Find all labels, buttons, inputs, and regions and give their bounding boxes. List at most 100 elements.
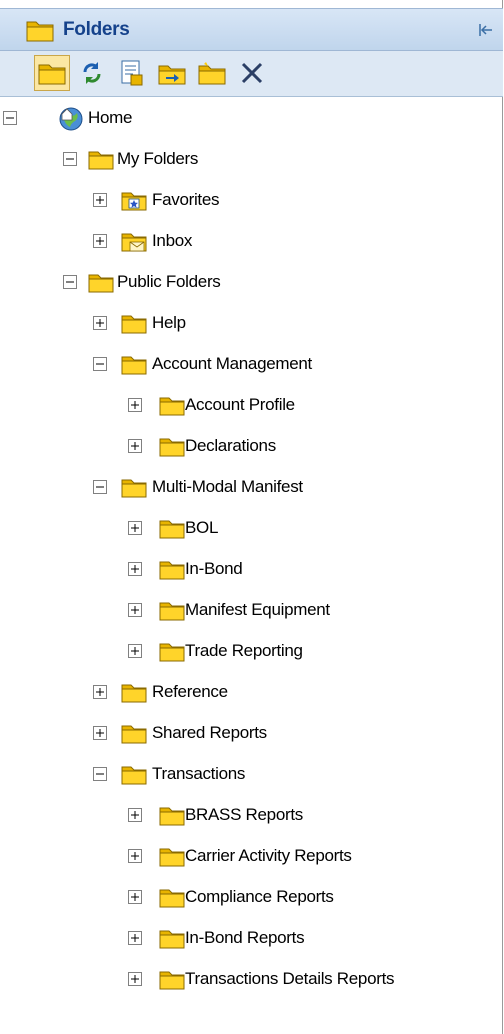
tree-node-label: Reference xyxy=(152,682,228,701)
tree-node-bol[interactable]: BOL xyxy=(0,513,500,543)
tree-node-label: Trade Reporting xyxy=(185,641,303,660)
tree-node-label: Multi-Modal Manifest xyxy=(152,477,303,496)
folder-icon xyxy=(88,147,114,171)
expand-toggle-icon[interactable] xyxy=(93,726,107,740)
tree-node-help[interactable]: Help xyxy=(0,308,500,338)
expand-toggle-icon[interactable] xyxy=(128,890,142,904)
tree-node-shared-reports[interactable]: Shared Reports xyxy=(0,718,500,748)
folder-icon xyxy=(159,885,185,909)
tree-node-label: Inbox xyxy=(152,231,193,250)
expand-toggle-icon[interactable] xyxy=(128,808,142,822)
tree-node-label: Compliance Reports xyxy=(185,887,334,906)
expand-toggle-icon[interactable] xyxy=(93,234,107,248)
expand-toggle-icon[interactable] xyxy=(93,685,107,699)
tree-node-declarations[interactable]: Declarations xyxy=(0,431,500,461)
collapse-toggle-icon[interactable] xyxy=(3,111,17,125)
folder-icon xyxy=(121,762,147,786)
folders-panel: Folders Home My Folders Favorites Inbox … xyxy=(0,0,503,1034)
tree-node-label: Carrier Activity Reports xyxy=(185,846,352,865)
tree-node-favorites[interactable]: Favorites xyxy=(0,185,500,215)
collapse-left-icon[interactable] xyxy=(476,20,496,40)
inbox-icon xyxy=(121,229,147,253)
move-folder-button[interactable] xyxy=(154,55,190,91)
home-icon xyxy=(58,106,83,131)
folder-icon xyxy=(121,311,147,335)
tree-node-label: Public Folders xyxy=(117,272,221,291)
expand-toggle-icon[interactable] xyxy=(128,931,142,945)
expand-toggle-icon[interactable] xyxy=(128,398,142,412)
folder-icon xyxy=(159,967,185,991)
delete-button[interactable] xyxy=(234,55,270,91)
folder-icon xyxy=(159,598,185,622)
folder-icon xyxy=(121,475,147,499)
properties-button[interactable] xyxy=(114,55,150,91)
tree-node-carrier-activity-reports[interactable]: Carrier Activity Reports xyxy=(0,841,500,871)
tree-node-in-bond[interactable]: In-Bond xyxy=(0,554,500,584)
collapse-toggle-icon[interactable] xyxy=(63,152,77,166)
tree-node-label: Help xyxy=(152,313,186,332)
refresh-button[interactable] xyxy=(74,55,110,91)
expand-toggle-icon[interactable] xyxy=(128,972,142,986)
folder-icon xyxy=(159,516,185,540)
folder-icon xyxy=(159,926,185,950)
folder-view-button[interactable] xyxy=(34,55,70,91)
tree-node-label: Account Management xyxy=(152,354,312,373)
folder-icon xyxy=(121,352,147,376)
expand-toggle-icon[interactable] xyxy=(128,644,142,658)
tree-node-label: Account Profile xyxy=(185,395,295,414)
tree-node-home[interactable]: Home xyxy=(0,103,500,133)
tree-node-trade-reporting[interactable]: Trade Reporting xyxy=(0,636,500,666)
folder-icon xyxy=(26,21,54,42)
tree-node-label: Declarations xyxy=(185,436,276,455)
folder-icon xyxy=(159,639,185,663)
folder-icon xyxy=(38,64,66,85)
folder-icon xyxy=(159,803,185,827)
tree-node-label: BRASS Reports xyxy=(185,805,303,824)
tree-node-label: In-Bond xyxy=(185,559,243,578)
move-folder-icon xyxy=(158,65,186,85)
tree-node-label: BOL xyxy=(185,518,219,537)
expand-toggle-icon[interactable] xyxy=(128,439,142,453)
folder-icon xyxy=(88,270,114,294)
folder-icon xyxy=(159,393,185,417)
collapse-toggle-icon[interactable] xyxy=(93,480,107,494)
collapse-toggle-icon[interactable] xyxy=(93,357,107,371)
favorites-folder-icon xyxy=(121,188,147,212)
tree-node-brass-reports[interactable]: BRASS Reports xyxy=(0,800,500,830)
tree-node-label: Home xyxy=(88,108,133,127)
tree-node-account-management[interactable]: Account Management xyxy=(0,349,500,379)
folder-icon xyxy=(159,557,185,581)
tree-node-transactions-details-reports[interactable]: Transactions Details Reports xyxy=(0,964,500,994)
tree-node-my-folders[interactable]: My Folders xyxy=(0,144,500,174)
tree-node-label: Manifest Equipment xyxy=(185,600,330,619)
tree-node-label: My Folders xyxy=(117,149,199,168)
folder-icon xyxy=(159,434,185,458)
tree-node-reference[interactable]: Reference xyxy=(0,677,500,707)
delete-icon xyxy=(241,62,263,84)
tree-node-account-profile[interactable]: Account Profile xyxy=(0,390,500,420)
expand-toggle-icon[interactable] xyxy=(128,521,142,535)
tree-node-compliance-reports[interactable]: Compliance Reports xyxy=(0,882,500,912)
refresh-icon xyxy=(83,62,101,84)
tree-node-multi-modal-manifest[interactable]: Multi-Modal Manifest xyxy=(0,472,500,502)
expand-toggle-icon[interactable] xyxy=(93,316,107,330)
tree-node-in-bond-reports[interactable]: In-Bond Reports xyxy=(0,923,500,953)
tree-node-transactions[interactable]: Transactions xyxy=(0,759,500,789)
properties-icon xyxy=(121,60,143,86)
folder-icon xyxy=(159,844,185,868)
tree-node-label: In-Bond Reports xyxy=(185,928,305,947)
collapse-toggle-icon[interactable] xyxy=(93,767,107,781)
tree-node-inbox[interactable]: Inbox xyxy=(0,226,500,256)
expand-toggle-icon[interactable] xyxy=(128,603,142,617)
tree-node-public-folders[interactable]: Public Folders xyxy=(0,267,500,297)
tree-node-manifest-equipment[interactable]: Manifest Equipment xyxy=(0,595,500,625)
folder-toolbar xyxy=(0,51,503,97)
tree-node-label: Favorites xyxy=(152,190,220,209)
collapse-toggle-icon[interactable] xyxy=(63,275,77,289)
new-folder-icon xyxy=(198,62,226,85)
new-folder-button[interactable] xyxy=(194,55,230,91)
expand-toggle-icon[interactable] xyxy=(128,562,142,576)
tree-node-label: Shared Reports xyxy=(152,723,267,742)
expand-toggle-icon[interactable] xyxy=(93,193,107,207)
expand-toggle-icon[interactable] xyxy=(128,849,142,863)
